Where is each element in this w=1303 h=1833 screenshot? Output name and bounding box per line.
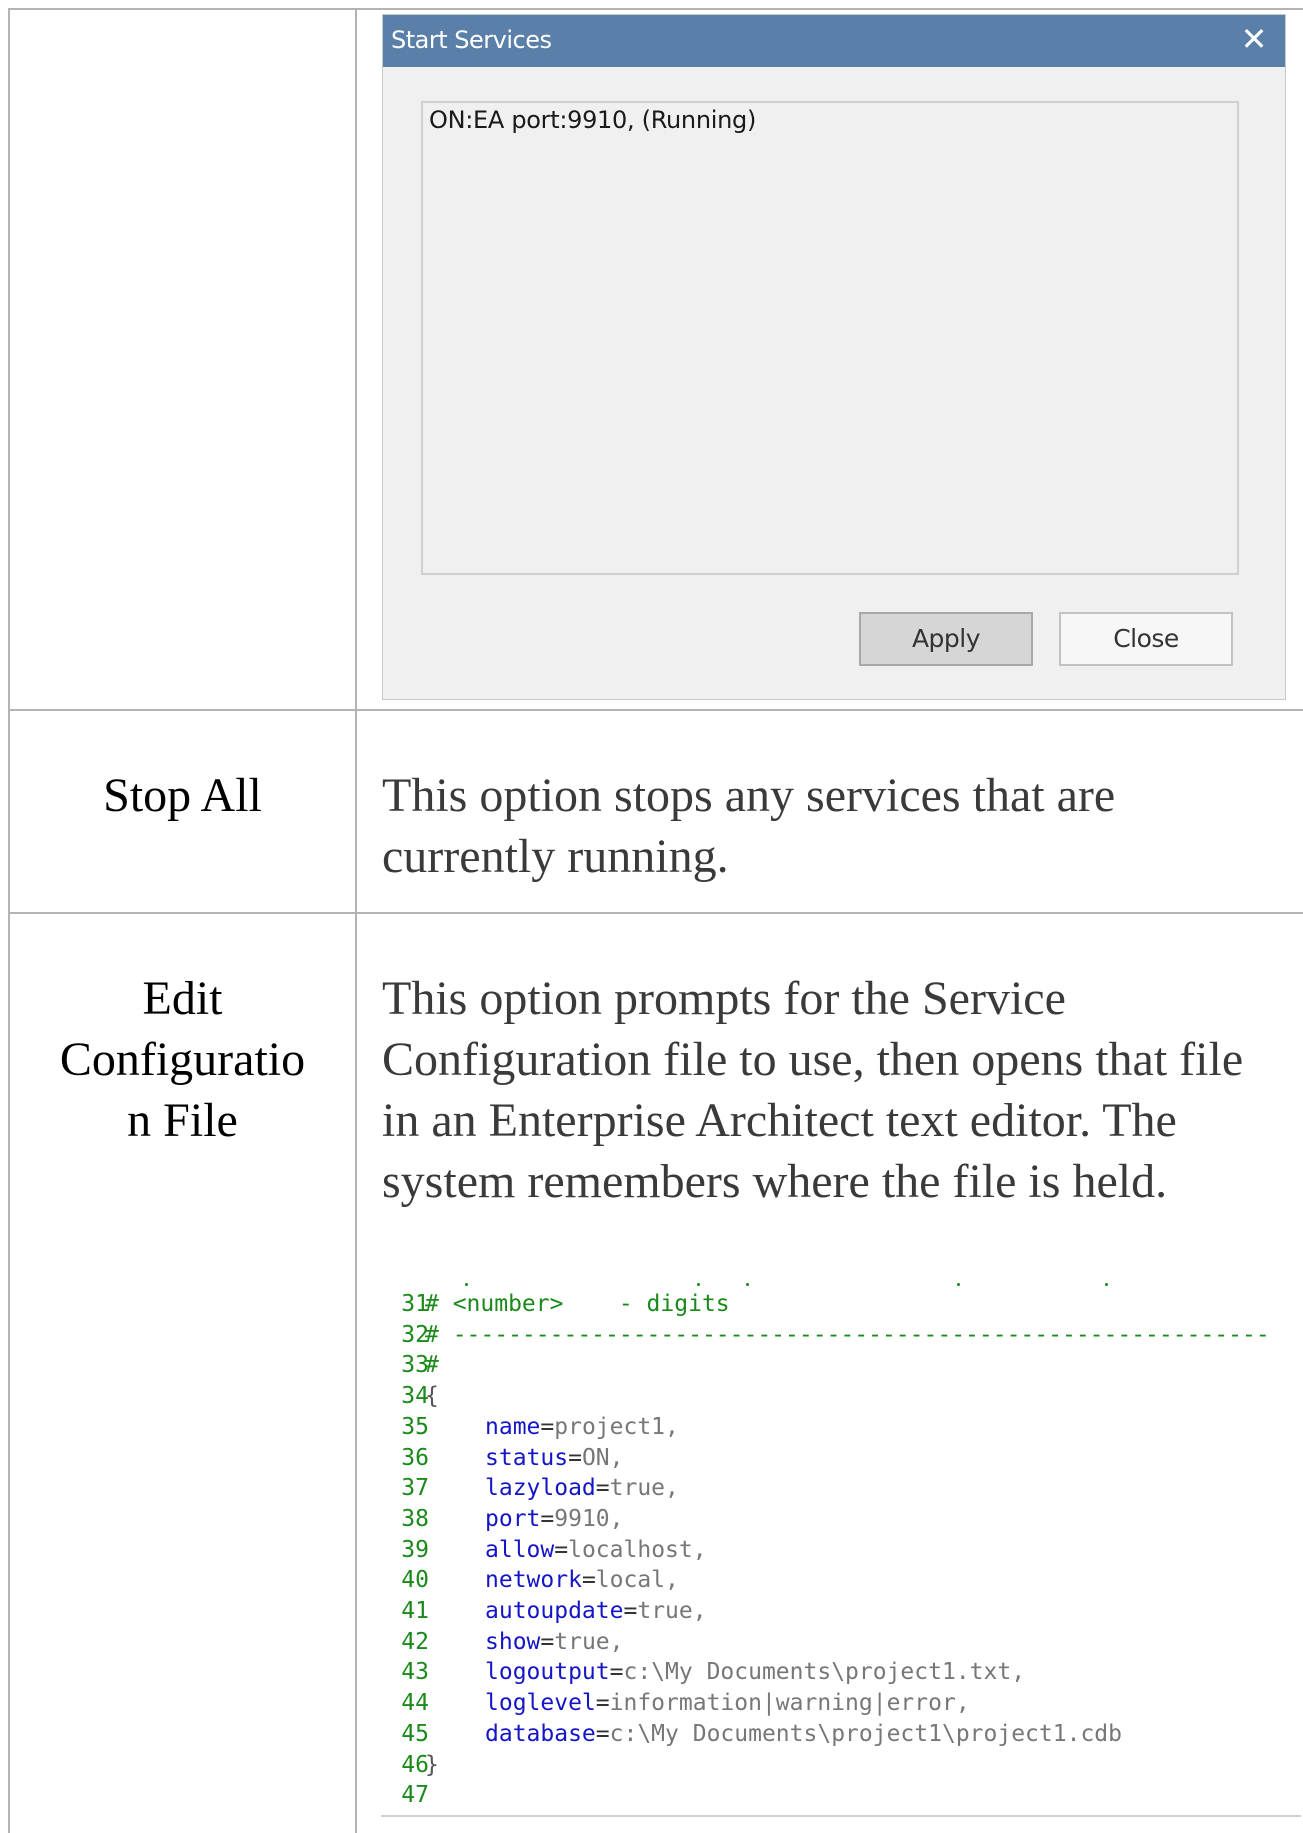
line-number: 47 [401,1782,429,1809]
code-text: loglevel=information|warning|error, [485,1688,970,1718]
config-key: logoutput [485,1659,610,1686]
equals-sign: = [554,1536,569,1563]
option-description-edit-config: This option prompts for the Service Conf… [382,972,1244,1208]
line-number: 44 [401,1690,429,1717]
code-text: # --------------------------------------… [425,1320,1270,1350]
config-key: database [485,1720,596,1747]
dialog-title: Start Services [391,26,552,54]
line-number: 39 [401,1536,429,1563]
code-text: } [425,1750,439,1780]
code-text: # [425,1350,439,1380]
label-line: Configuratio [59,1033,306,1086]
service-item[interactable]: ON:EA port:9910, (Running) [429,106,756,134]
code-text: database=c:\My Documents\project1\projec… [485,1719,1122,1749]
option-description-stop-all: This option stops any services that are … [382,769,1116,883]
code-text: network=local, [485,1565,679,1595]
config-value: local, [595,1567,679,1594]
line-number: 42 [401,1628,429,1655]
row-divider [8,912,1303,914]
code-text: # <number> - digits [425,1289,730,1319]
code-text: port=9910, [485,1504,624,1534]
line-number: 43 [401,1659,429,1686]
code-comment: # [425,1352,439,1379]
start-services-dialog: Start Services ✕ ON:EA port:9910, (Runni… [382,14,1286,700]
code-text: logoutput=c:\My Documents\project1.txt, [485,1657,1025,1687]
equals-sign: = [540,1413,555,1440]
apply-button[interactable]: Apply [859,612,1033,666]
equals-sign: = [581,1567,596,1594]
column-divider [355,8,357,1833]
config-file-code-listing: 31 # <number> - digits 32 # ---------------… [381,1283,1281,1813]
dialog-title-bar: Start Services ✕ [383,15,1285,67]
equals-sign: = [568,1444,582,1471]
option-label-edit-config: Edit Configuratio n File [10,968,355,1151]
close-icon[interactable]: ✕ [1223,15,1285,67]
code-brace: { [425,1383,439,1410]
config-value: true, [609,1475,679,1502]
line-number: 36 [401,1444,429,1471]
code-text: { [425,1381,439,1411]
config-value: ON, [581,1444,624,1471]
code-text: autoupdate=true, [485,1596,707,1626]
equals-sign: = [595,1475,610,1502]
line-number: 41 [401,1598,429,1624]
line-number: 33 [401,1352,429,1379]
code-brace: } [425,1751,439,1778]
code-text: name=project1, [485,1412,679,1442]
option-label-stop-all: Stop All [103,769,262,822]
services-list[interactable]: ON:EA port:9910, (Running) [421,101,1239,575]
config-key: port [485,1505,541,1532]
equals-sign: = [595,1690,610,1717]
config-value: true, [554,1628,624,1655]
equals-sign: = [540,1505,555,1532]
code-comment: # --------------------------------------… [425,1321,1270,1348]
line-number: 35 [401,1413,429,1440]
config-key: name [485,1413,541,1440]
line-number: 40 [401,1567,429,1594]
config-key: status [485,1444,569,1471]
line-number: 34 [401,1383,429,1410]
line-number: 31 [401,1291,429,1317]
label-line: Edit [142,972,223,1025]
label-line: n File [127,1094,238,1147]
code-comment: # <number> - digits [425,1291,730,1317]
row-divider [8,709,1303,711]
config-key: loglevel [485,1690,596,1717]
config-key: show [485,1628,541,1655]
line-number: 38 [401,1505,429,1532]
config-value: true, [637,1598,707,1624]
config-value: information|warning|error, [609,1690,970,1717]
line-number: 32 [401,1321,429,1348]
equals-sign: = [540,1628,555,1655]
config-value: 9910, [554,1505,624,1532]
config-value: project1, [554,1413,679,1440]
config-value: c:\My Documents\project1.txt, [623,1659,1026,1686]
code-bottom-rule [381,1815,1301,1817]
line-number: 37 [401,1475,429,1502]
code-text: status=ON, [485,1443,624,1473]
line-number: 45 [401,1720,429,1747]
equals-sign: = [595,1720,610,1747]
code-text: lazyload=true, [485,1473,679,1503]
config-key: network [485,1567,582,1594]
equals-sign: = [609,1659,624,1686]
code-text: show=true, [485,1627,624,1657]
config-key: allow [485,1536,555,1563]
close-button[interactable]: Close [1059,612,1233,666]
code-text: allow=localhost, [485,1535,707,1565]
config-value: c:\My Documents\project1\project1.cdb [609,1720,1122,1747]
equals-sign: = [623,1598,638,1624]
config-key: lazyload [485,1475,596,1502]
config-value: localhost, [568,1536,707,1563]
config-key: autoupdate [485,1598,624,1624]
line-number: 46 [401,1751,429,1778]
